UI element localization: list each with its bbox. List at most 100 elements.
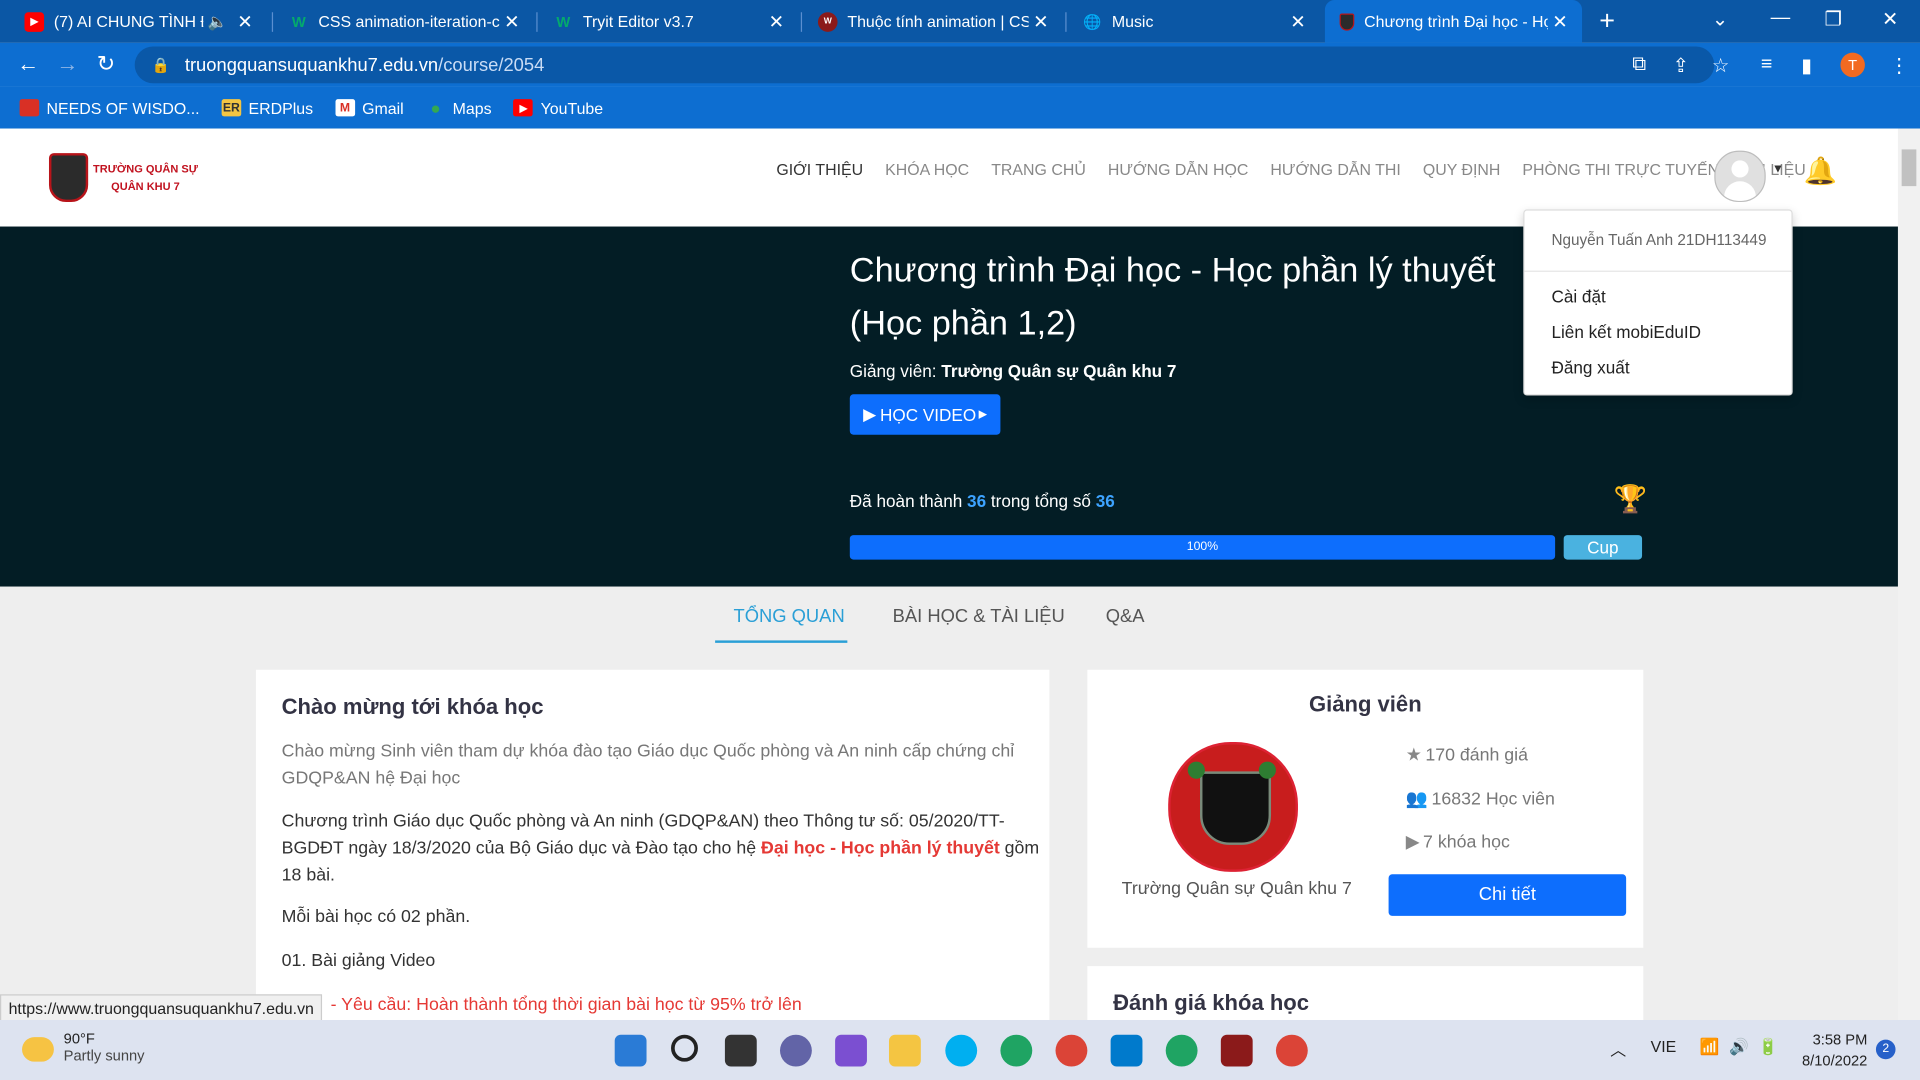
weather-widget[interactable]: 90°F Partly sunny — [22, 1030, 145, 1064]
chevron-up-icon[interactable]: ︿ — [1610, 1037, 1626, 1060]
language-indicator[interactable]: VIE — [1651, 1037, 1677, 1055]
stat-students: 👥 16832 Học viên — [1406, 789, 1555, 810]
caret-right-icon: ▶ — [978, 407, 988, 421]
bookmark-gmail[interactable]: M Gmail — [335, 99, 404, 117]
user-avatar[interactable] — [1714, 150, 1766, 203]
skype-icon[interactable] — [945, 1034, 978, 1067]
notification-badge[interactable]: 2 — [1875, 1039, 1896, 1060]
browser-tab-2[interactable]: W CSS animation-iteration-co ✕ — [274, 0, 534, 43]
bookmark-label: Maps — [452, 98, 492, 117]
search-icon[interactable] — [671, 1034, 698, 1062]
nav-khoa-hoc[interactable]: KHÓA HỌC — [885, 160, 969, 178]
task-view-icon[interactable] — [724, 1034, 757, 1067]
video-button-label: HỌC VIDEO — [879, 404, 977, 425]
stat-courses-text: 7 khóa học — [1423, 832, 1510, 853]
progress-total: 36 — [1095, 491, 1115, 511]
minimize-icon[interactable]: — — [1771, 7, 1791, 29]
bell-icon[interactable]: 🔔 — [1804, 156, 1838, 188]
chrome-icon[interactable] — [1275, 1034, 1308, 1067]
nav-gioi-thieu[interactable]: GIỚI THIỆU — [776, 160, 863, 178]
menu-logout[interactable]: Đăng xuất — [1551, 358, 1629, 378]
close-tab-icon[interactable]: ✕ — [500, 10, 524, 33]
instructor-card-name: Trường Quân sự Quân khu 7 — [1121, 879, 1352, 899]
detail-button[interactable]: Chi tiết — [1388, 874, 1627, 916]
browser-toolbar: ← → ↻ 🔒 truongquansuquankhu7.edu.vn/cour… — [0, 42, 1920, 87]
browser-tab-4[interactable]: W Thuộc tính animation | CSS ✕ — [803, 0, 1063, 43]
bookmark-erdplus[interactable]: ER ERDPlus — [221, 99, 313, 117]
video-button[interactable]: ▶ HỌC VIDEO ▶ — [849, 394, 1001, 435]
bookmark-needs-of-wisdom[interactable]: NEEDS OF WISDO... — [19, 99, 200, 117]
bookmark-star-icon[interactable]: ☆ — [1712, 54, 1730, 78]
tab-qa[interactable]: Q&A — [1106, 606, 1145, 627]
browser-tab-1[interactable]: ▶ (7) AI CHUNG TÌNH ĐƯ 🔈 ✕ — [10, 0, 267, 43]
new-tab-icon[interactable]: + — [1599, 5, 1615, 37]
nav-huong-dan-thi[interactable]: HƯỚNG DẪN THI — [1270, 160, 1400, 178]
close-tab-icon[interactable]: ✕ — [1029, 10, 1053, 33]
battery-icon[interactable]: 🔋 — [1758, 1037, 1778, 1057]
browser-tab-active[interactable]: Chương trình Đại học - Học ✕ — [1324, 0, 1583, 43]
tab-bai-hoc[interactable]: BÀI HỌC & TÀI LIỆU — [893, 606, 1065, 627]
clock[interactable]: 3:58 PM 8/10/2022 — [1796, 1030, 1867, 1072]
browser-tab-3[interactable]: W Tryit Editor v3.7 ✕ — [539, 0, 799, 43]
reload-icon[interactable]: ↻ — [97, 51, 115, 77]
edge-dev-icon[interactable] — [1165, 1034, 1198, 1067]
menu-link-mobieduid[interactable]: Liên kết mobiEduID — [1551, 322, 1701, 342]
close-tab-icon[interactable]: ✕ — [764, 10, 788, 33]
tab-title: (7) AI CHUNG TÌNH ĐƯ — [53, 12, 203, 31]
scrollbar[interactable] — [1897, 128, 1920, 1021]
speaker-icon[interactable]: 🔈 — [208, 12, 228, 32]
instructor-label: Giảng viên: — [849, 361, 942, 381]
shield-icon — [1339, 12, 1355, 31]
close-tab-icon[interactable]: ✕ — [233, 10, 257, 33]
chrome-icon[interactable] — [1055, 1034, 1088, 1067]
wifi-icon[interactable]: 📶 — [1700, 1037, 1720, 1057]
profile-avatar[interactable]: T — [1840, 52, 1865, 78]
cup-button[interactable]: Cup — [1563, 535, 1643, 560]
start-icon[interactable] — [614, 1034, 647, 1067]
bookmark-youtube[interactable]: ▶ YouTube — [513, 99, 603, 117]
app-icon[interactable] — [835, 1034, 867, 1067]
menu-settings[interactable]: Cài đặt — [1551, 287, 1605, 307]
close-tab-icon[interactable]: ✕ — [1548, 10, 1572, 33]
caret-down-icon[interactable]: ▼ — [1772, 163, 1784, 176]
browser-tab-5[interactable]: 🌐 Music ✕ — [1068, 0, 1320, 43]
nav-quy-dinh[interactable]: QUY ĐỊNH — [1423, 160, 1501, 178]
share-icon[interactable]: ⇪ — [1673, 54, 1689, 78]
menu-icon[interactable]: ⋮ — [1889, 54, 1909, 78]
site-logo[interactable]: TRƯỜNG QUÂN SỰ QUÂN KHU 7 — [48, 153, 198, 203]
forward-icon[interactable]: → — [56, 51, 78, 77]
media-icon[interactable]: ≡ — [1761, 54, 1772, 76]
lock-icon[interactable]: 🔒 — [152, 56, 170, 73]
progress-text: Đã hoàn thành 36 trong tổng số 36 — [850, 491, 1115, 511]
rating-card: Đánh giá khóa học — [1087, 966, 1644, 1021]
user-dropdown: Nguyễn Tuấn Anh 21DH113449 Cài đặt Liên … — [1523, 209, 1793, 396]
volume-icon[interactable]: 🔊 — [1729, 1037, 1749, 1057]
vscode-icon[interactable] — [1110, 1034, 1143, 1067]
close-tab-icon[interactable]: ✕ — [1286, 10, 1310, 33]
nav-huong-dan-hoc[interactable]: HƯỚNG DẪN HỌC — [1108, 160, 1248, 178]
scrollbar-thumb[interactable] — [1901, 149, 1917, 187]
translate-icon[interactable]: ⧉ — [1632, 54, 1646, 76]
tab-tong-quan[interactable]: TỔNG QUAN — [733, 606, 844, 627]
tab-separator — [271, 12, 274, 32]
youtube-icon: ▶ — [24, 11, 45, 32]
nav-phong-thi[interactable]: PHÒNG THI TRỰC TUYẾN — [1522, 160, 1719, 178]
side-panel-icon[interactable]: ▮ — [1801, 54, 1812, 78]
star-icon: ★ — [1405, 745, 1422, 766]
bookmark-icon — [19, 99, 40, 117]
progress-bar: 100% — [849, 535, 1556, 560]
close-window-icon[interactable]: ✕ — [1882, 7, 1898, 31]
file-explorer-icon[interactable] — [888, 1034, 921, 1067]
chat-icon[interactable] — [780, 1034, 812, 1067]
nav-trang-chu[interactable]: TRANG CHỦ — [991, 160, 1086, 178]
tab-search-icon[interactable]: ⌄ — [1712, 7, 1728, 31]
winrar-icon[interactable] — [1220, 1034, 1253, 1067]
bookmark-maps[interactable]: ● Maps — [426, 98, 492, 118]
restore-icon[interactable]: ❐ — [1825, 7, 1843, 31]
shield-icon — [1200, 771, 1272, 845]
address-bar[interactable]: 🔒 truongquansuquankhu7.edu.vn/course/205… — [134, 46, 1715, 84]
edge-icon[interactable] — [1000, 1034, 1033, 1067]
gmail-icon: M — [335, 99, 355, 117]
tab-separator — [800, 12, 803, 32]
back-icon[interactable]: ← — [17, 51, 39, 77]
